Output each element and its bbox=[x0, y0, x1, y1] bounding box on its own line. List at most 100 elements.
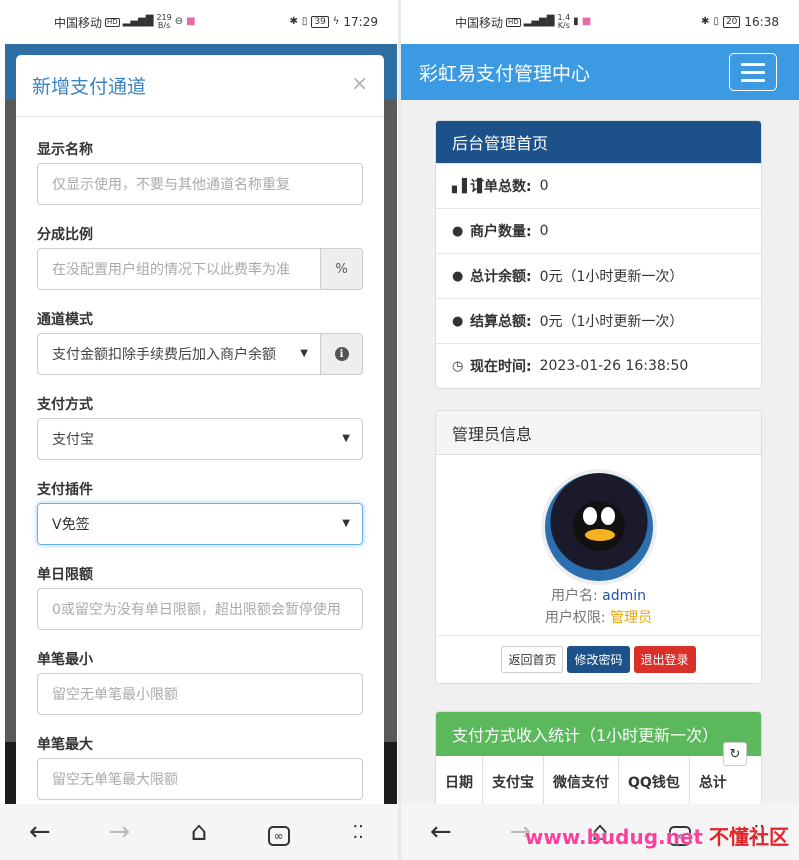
battery-icon: 20 bbox=[722, 16, 741, 28]
admin-actions: 返回首页 修改密码 退出登录 bbox=[436, 635, 761, 683]
dashboard-panel: 后台管理首页 ▖▌▐ 订单总数: 0 ● 商户数量: 0 ● 总计余额: 0元（… bbox=[435, 120, 762, 389]
panel-title: 后台管理首页 bbox=[436, 121, 761, 163]
clock: 17:29 bbox=[343, 15, 378, 29]
hd-icon: HD bbox=[105, 17, 120, 27]
browser-bottom-bar: ← → ⌂ ∞ ⁚⁚ bbox=[0, 804, 398, 860]
rate-input[interactable]: 在没配置用户组的情况下以此费率为准 bbox=[37, 248, 321, 290]
role-line: 用户权限: 管理员 bbox=[544, 610, 653, 626]
field-label: 支付插件 bbox=[37, 482, 93, 498]
stat-balance: ● 总计余额: 0元（1小时更新一次） bbox=[436, 253, 761, 298]
tabs-icon[interactable]: ∞ bbox=[254, 817, 304, 847]
field-label: 支付方式 bbox=[37, 397, 93, 413]
panel-title: 管理员信息 bbox=[436, 411, 761, 455]
username-line: 用户名: admin bbox=[550, 588, 647, 604]
max-amount-input[interactable]: 留空无单笔最大限额 bbox=[37, 758, 363, 800]
vibrate-icon: ▯ bbox=[301, 16, 308, 27]
field-label: 分成比例 bbox=[37, 227, 93, 243]
min-amount-input[interactable]: 留空无单笔最小限额 bbox=[37, 673, 363, 715]
refresh-icon[interactable]: ↻ bbox=[723, 742, 747, 766]
drop-icon: ● bbox=[452, 223, 464, 239]
field-label: 通道模式 bbox=[37, 312, 93, 328]
left-phone: 中国移动 HD ▂▄▆█ 219 B/s ⊖ ■ ✱ ▯ 39 ϟ 17:29 新… bbox=[0, 0, 398, 860]
field-pay-method: 支付方式 支付宝 ▼ bbox=[37, 390, 363, 475]
bar-chart-icon: ▖▌▐ bbox=[452, 178, 482, 194]
stat-time: ◷ 现在时间: 2023-01-26 16:38:50 bbox=[436, 343, 761, 388]
back-icon[interactable]: ← bbox=[416, 817, 466, 847]
column-header: 微信支付 bbox=[544, 756, 619, 804]
field-label: 单日限额 bbox=[37, 567, 93, 583]
navbar: 彩虹易支付管理中心 bbox=[401, 44, 799, 100]
bluetooth-icon: ✱ bbox=[701, 16, 710, 27]
stat-merchants: ● 商户数量: 0 bbox=[436, 208, 761, 253]
field-daily-limit: 单日限额 0或留空为没有单日限额，超出限额会暂停使用 bbox=[37, 560, 363, 645]
network-speed: 1.4 K/s bbox=[557, 13, 571, 30]
field-plugin: 支付插件 V免签 ▼ bbox=[37, 475, 363, 560]
change-password-button[interactable]: 修改密码 bbox=[567, 646, 630, 673]
brand-title[interactable]: 彩虹易支付管理中心 bbox=[419, 59, 590, 86]
field-channel-mode: 通道模式 支付金额扣除手续费后加入商户余额 ▼ i bbox=[37, 305, 363, 390]
chevron-down-icon: ▼ bbox=[342, 518, 350, 529]
chevron-down-icon: ▼ bbox=[342, 433, 350, 444]
drop-icon: ● bbox=[452, 268, 464, 284]
clock: 16:38 bbox=[744, 15, 779, 29]
carrier-label: 中国移动 bbox=[54, 15, 103, 30]
signal-icon: ▂▄▆█ bbox=[122, 16, 154, 27]
percent-addon: % bbox=[321, 248, 363, 290]
app-icon: ■ bbox=[186, 16, 196, 27]
hd-icon: HD bbox=[506, 17, 521, 27]
field-rate: 分成比例 在没配置用户组的情况下以此费率为准 % bbox=[37, 220, 363, 305]
admin-panel: 管理员信息 用户名: admin 用户权限: 管理员 返回首页 修改密码 退出登… bbox=[435, 410, 762, 684]
notification-icon: ▮ bbox=[573, 16, 579, 27]
panel-title: 支付方式收入统计（1小时更新一次） bbox=[436, 712, 761, 756]
app-icon: ■ bbox=[581, 16, 592, 27]
modal-title: 新增支付通道 bbox=[32, 76, 147, 98]
income-stats-panel: 支付方式收入统计（1小时更新一次） ↻ 日期 支付宝 微信支付 QQ钱包 总计 bbox=[435, 711, 762, 804]
signal-icon: ▂▄▆█ bbox=[523, 16, 555, 27]
field-min-amount: 单笔最小 留空无单笔最小限额 bbox=[37, 645, 363, 730]
close-icon[interactable]: × bbox=[351, 71, 368, 95]
plugin-select[interactable]: V免签 ▼ bbox=[37, 503, 363, 545]
home-icon[interactable]: ⌂ bbox=[174, 817, 224, 847]
logout-button[interactable]: 退出登录 bbox=[633, 646, 696, 673]
forward-icon[interactable]: → bbox=[94, 817, 144, 847]
stat-settlement: ● 结算总额: 0元（1小时更新一次） bbox=[436, 298, 761, 343]
hamburger-menu-icon[interactable] bbox=[729, 53, 777, 91]
right-phone: 中国移动 HD ▂▄▆█ 1.4 K/s ▮ ■ ✱ ▯ 20 16:38 彩虹易… bbox=[401, 0, 799, 860]
modal-header: 新增支付通道 bbox=[16, 55, 384, 117]
column-header: 支付宝 bbox=[483, 756, 544, 804]
status-bar: 中国移动 HD ▂▄▆█ 1.4 K/s ▮ ■ ✱ ▯ 20 16:38 bbox=[401, 0, 799, 44]
channel-form: 显示名称 仅显示使用，不要与其他通道名称重复 分成比例 在没配置用户组的情况下以… bbox=[16, 117, 384, 815]
display-name-input[interactable]: 仅显示使用，不要与其他通道名称重复 bbox=[37, 163, 363, 205]
dnd-icon: ⊖ bbox=[174, 16, 184, 27]
network-speed: 219 B/s bbox=[156, 13, 172, 30]
screenshot-frame: 中国移动 HD ▂▄▆█ 219 B/s ⊖ ■ ✱ ▯ 39 ϟ 17:29 新… bbox=[0, 0, 799, 860]
column-header: QQ钱包 bbox=[619, 756, 690, 804]
menu-dots-icon[interactable]: ⁚⁚ bbox=[333, 822, 383, 843]
main-content: 后台管理首页 ▖▌▐ 订单总数: 0 ● 商户数量: 0 ● 总计余额: 0元（… bbox=[401, 100, 799, 804]
carrier-label: 中国移动 bbox=[455, 15, 504, 30]
home-button[interactable]: 返回首页 bbox=[501, 646, 564, 673]
channel-mode-select[interactable]: 支付金额扣除手续费后加入商户余额 ▼ bbox=[37, 333, 321, 375]
add-channel-modal: 新增支付通道 × 显示名称 仅显示使用，不要与其他通道名称重复 分成比例 在没配… bbox=[16, 55, 384, 815]
bluetooth-icon: ✱ bbox=[289, 16, 298, 27]
pay-method-select[interactable]: 支付宝 ▼ bbox=[37, 418, 363, 460]
role-value: 管理员 bbox=[610, 610, 653, 626]
back-icon[interactable]: ← bbox=[15, 817, 65, 847]
field-display-name: 显示名称 仅显示使用，不要与其他通道名称重复 bbox=[37, 135, 363, 220]
username-value: admin bbox=[602, 588, 647, 604]
stats-table-header: 日期 支付宝 微信支付 QQ钱包 总计 bbox=[436, 756, 761, 804]
avatar bbox=[540, 469, 657, 585]
chevron-down-icon: ▼ bbox=[300, 348, 308, 359]
vibrate-icon: ▯ bbox=[713, 16, 719, 27]
status-bar: 中国移动 HD ▂▄▆█ 219 B/s ⊖ ■ ✱ ▯ 39 ϟ 17:29 bbox=[0, 0, 398, 44]
clock-icon: ◷ bbox=[452, 358, 464, 374]
field-label: 显示名称 bbox=[37, 142, 93, 158]
info-addon[interactable]: i bbox=[321, 333, 363, 375]
battery-icon: 39 bbox=[311, 16, 329, 28]
watermark: www.budug.net 不懂社区 bbox=[524, 825, 789, 849]
daily-limit-input[interactable]: 0或留空为没有单日限额，超出限额会暂停使用 bbox=[37, 588, 363, 630]
column-header: 日期 bbox=[436, 756, 483, 804]
drop-icon: ● bbox=[452, 313, 464, 329]
field-label: 单笔最大 bbox=[37, 737, 93, 753]
info-icon: i bbox=[334, 347, 349, 361]
